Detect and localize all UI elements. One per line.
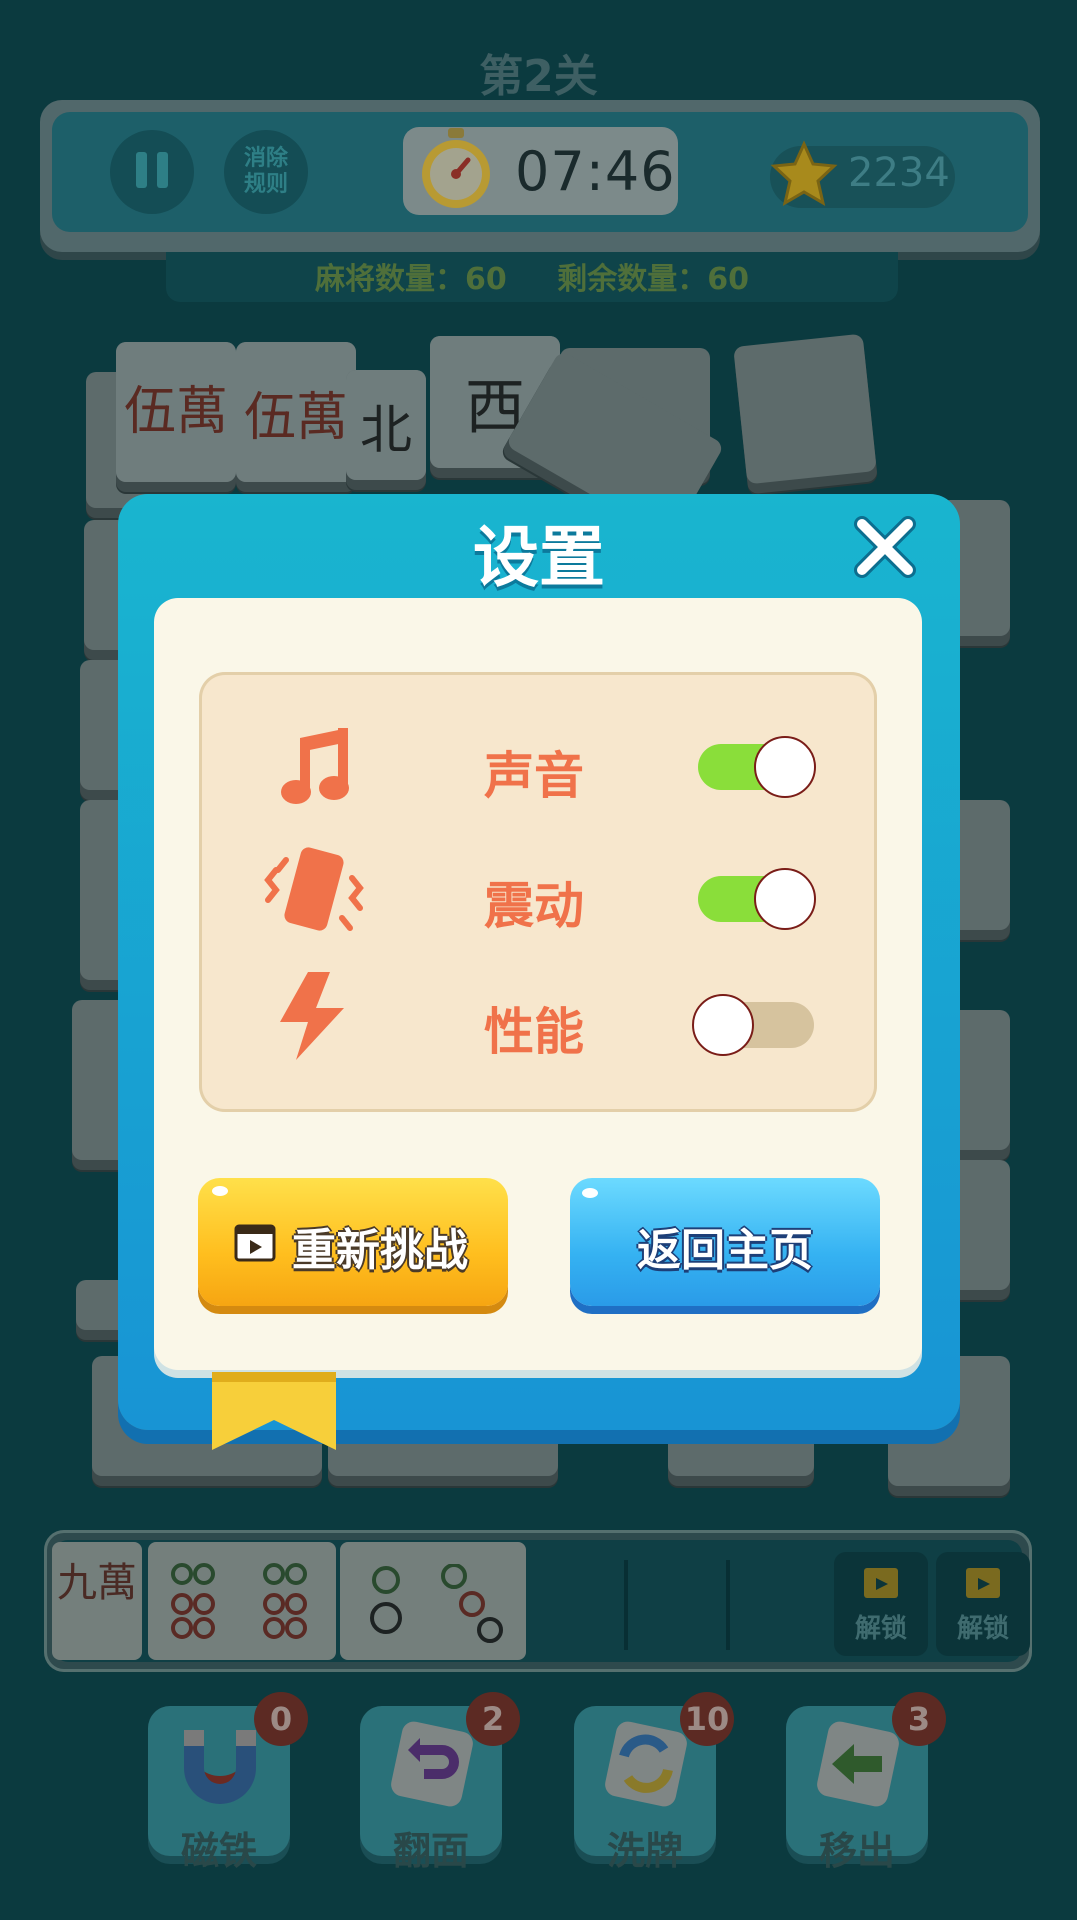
star-icon [770, 140, 838, 207]
video-ad-icon [234, 1224, 276, 1262]
retry-button[interactable]: 重新挑战 [198, 1178, 508, 1306]
powerup-shuffle-button[interactable]: 10 洗牌 [574, 1692, 734, 1873]
powerup-flip-button[interactable]: 2 翻面 [360, 1692, 520, 1873]
powerup-moveout-button[interactable]: 3 移出 [786, 1692, 946, 1873]
stopwatch-icon [422, 128, 490, 208]
score-display: 2234 [848, 150, 950, 196]
level-title: 第2关 [479, 51, 598, 102]
magnet-icon [184, 1730, 256, 1804]
pause-button[interactable] [110, 130, 194, 214]
tile-face: 伍萬 [116, 342, 236, 482]
powerup-count: 10 [680, 1692, 734, 1746]
rules-button[interactable]: 消除 规则 [224, 130, 308, 214]
mahjong-tile[interactable] [733, 333, 877, 485]
powerup-magnet-button[interactable]: 0 磁铁 [148, 1692, 308, 1873]
unlock-slot-button[interactable]: 解锁 [936, 1552, 1030, 1656]
pause-icon [131, 152, 173, 192]
video-ad-icon [966, 1568, 1000, 1598]
retry-label: 重新挑战 [292, 1225, 468, 1276]
toggle-knob [754, 868, 816, 930]
powerup-count: 0 [254, 1692, 308, 1746]
powerup-label: 磁铁 [180, 1829, 257, 1873]
vibration-toggle[interactable] [698, 868, 816, 930]
modal-title: 设置 [473, 519, 605, 596]
vibration-icon [264, 847, 364, 931]
tile-face: 伍萬 [236, 342, 356, 482]
home-button[interactable]: 返回主页 [570, 1178, 880, 1306]
remaining-count: 剩余数量：60 [557, 262, 749, 297]
unlock-label: 解锁 [854, 1614, 907, 1644]
mahjong-count: 麻将数量：60 [315, 262, 507, 297]
sound-toggle[interactable] [698, 736, 816, 798]
unlock-label: 解锁 [956, 1614, 1009, 1644]
toggle-knob [692, 994, 754, 1056]
tile-face: 北 [346, 370, 426, 480]
timer-display: 07:46 [515, 140, 676, 203]
tray-tile[interactable] [340, 1542, 526, 1660]
close-icon[interactable] [852, 514, 918, 580]
setting-label-performance: 性能 [484, 1003, 584, 1061]
video-ad-icon [864, 1568, 898, 1598]
setting-label-sound: 声音 [484, 747, 584, 805]
powerup-count: 2 [466, 1692, 520, 1746]
tray-tile[interactable]: 九萬 [52, 1542, 142, 1660]
mahjong-tile[interactable]: 伍萬 [116, 342, 236, 482]
tray-tile[interactable] [148, 1542, 336, 1660]
powerup-label: 移出 [818, 1829, 895, 1873]
unlock-slot-button[interactable]: 解锁 [834, 1552, 928, 1656]
mahjong-tile[interactable]: 北 [346, 370, 426, 480]
setting-label-vibration: 震动 [484, 877, 584, 935]
home-label: 返回主页 [637, 1225, 813, 1276]
dots-tile-face [171, 1563, 307, 1639]
ribbon-decoration [212, 1372, 336, 1450]
powerup-label: 翻面 [392, 1829, 469, 1873]
powerup-count: 3 [892, 1692, 946, 1746]
performance-toggle[interactable] [692, 994, 814, 1056]
powerup-label: 洗牌 [606, 1829, 683, 1873]
count-info: 麻将数量：60 剩余数量：60 [166, 254, 898, 298]
music-note-icon [281, 728, 349, 804]
mahjong-tile[interactable]: 伍萬 [236, 342, 356, 482]
toggle-knob [754, 736, 816, 798]
tile-face: 九萬 [57, 1560, 137, 1606]
lightning-icon [280, 972, 344, 1060]
dots-tile-face [370, 1564, 503, 1643]
